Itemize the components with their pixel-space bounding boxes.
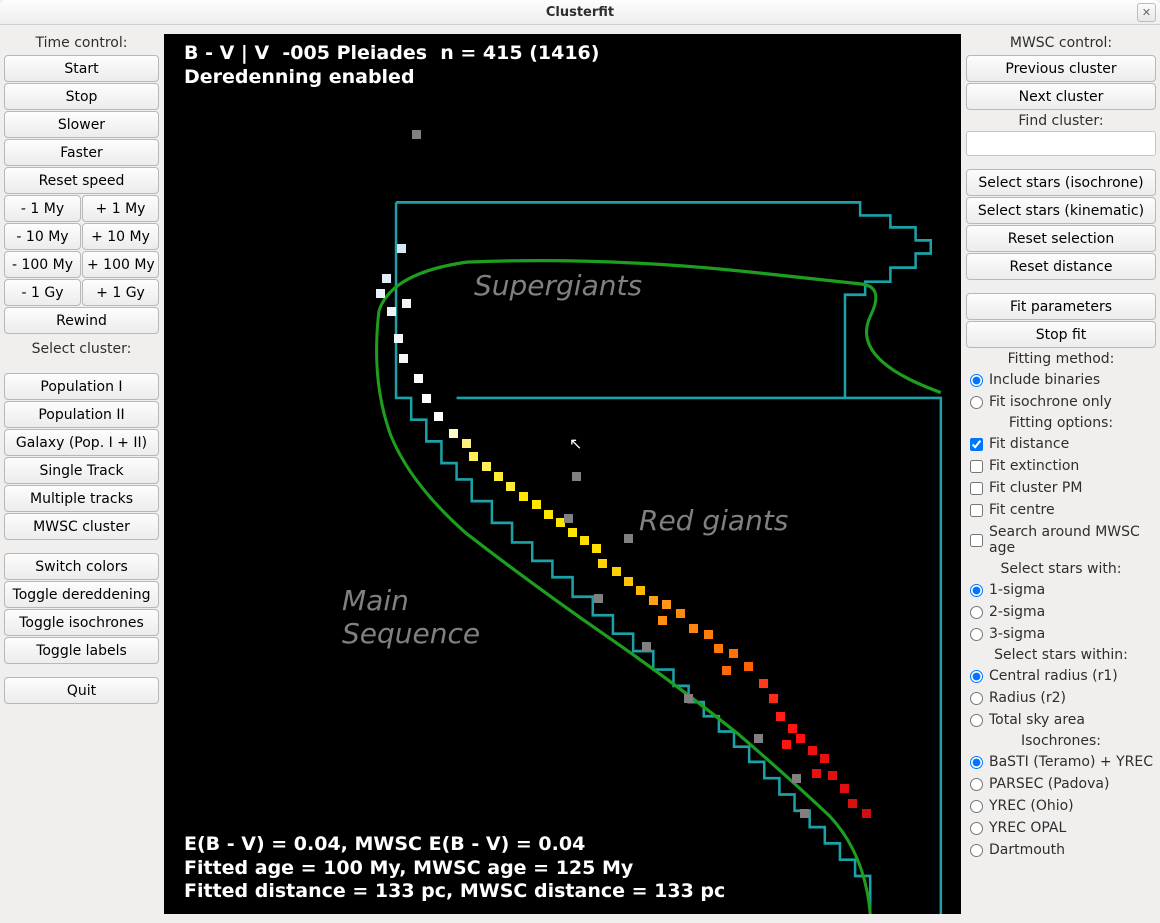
plus-1my-button[interactable]: + 1 My [82, 195, 159, 222]
faster-button[interactable]: Faster [4, 139, 159, 166]
check-search-mwsc-age[interactable]: Search around MWSC age [966, 521, 1156, 559]
radio-include-binaries[interactable]: Include binaries [966, 369, 1156, 391]
reset-speed-button[interactable]: Reset speed [4, 167, 159, 194]
minus-10my-button[interactable]: - 10 My [4, 223, 81, 250]
selection-band-outline [396, 202, 941, 914]
fitting-options-label: Fitting options: [966, 413, 1156, 433]
toggle-isochrones-button[interactable]: Toggle isochrones [4, 609, 159, 636]
galaxy-button[interactable]: Galaxy (Pop. I + II) [4, 429, 159, 456]
select-cluster-label: Select cluster: [4, 335, 159, 361]
check-fit-centre[interactable]: Fit centre [966, 499, 1156, 521]
close-icon[interactable]: ✕ [1137, 3, 1156, 22]
radio-yrec-opal[interactable]: YREC OPAL [966, 817, 1156, 839]
select-stars-within-label: Select stars within: [966, 645, 1156, 665]
hr-diagram-plot[interactable]: B - V | V -005 Pleiades n = 415 (1416) D… [164, 34, 961, 914]
find-cluster-label: Find cluster: [966, 111, 1156, 131]
left-panel: Time control: Start Stop Slower Faster R… [4, 29, 159, 919]
window-title: Clusterfit [546, 5, 614, 20]
isochrones-label: Isochrones: [966, 731, 1156, 751]
check-fit-distance[interactable]: Fit distance [966, 433, 1156, 455]
radio-central-radius[interactable]: Central radius (r1) [966, 665, 1156, 687]
plot-svg [164, 34, 961, 914]
minus-100my-button[interactable]: - 100 My [4, 251, 81, 278]
population-2-button[interactable]: Population II [4, 401, 159, 428]
plus-10my-button[interactable]: + 10 My [82, 223, 159, 250]
previous-cluster-button[interactable]: Previous cluster [966, 55, 1156, 82]
minus-1my-button[interactable]: - 1 My [4, 195, 81, 222]
select-stars-with-label: Select stars with: [966, 559, 1156, 579]
fit-parameters-button[interactable]: Fit parameters [966, 293, 1156, 320]
plus-1gy-button[interactable]: + 1 Gy [82, 279, 159, 306]
rewind-button[interactable]: Rewind [4, 307, 159, 334]
reset-distance-button[interactable]: Reset distance [966, 253, 1156, 280]
toggle-labels-button[interactable]: Toggle labels [4, 637, 159, 664]
switch-colors-button[interactable]: Switch colors [4, 553, 159, 580]
select-stars-kinematic-button[interactable]: Select stars (kinematic) [966, 197, 1156, 224]
check-fit-extinction[interactable]: Fit extinction [966, 455, 1156, 477]
stop-fit-button[interactable]: Stop fit [966, 321, 1156, 348]
fitting-method-label: Fitting method: [966, 349, 1156, 369]
slower-button[interactable]: Slower [4, 111, 159, 138]
label-supergiants: Supergiants [474, 269, 642, 302]
radio-3-sigma[interactable]: 3-sigma [966, 623, 1156, 645]
mwsc-control-label: MWSC control: [966, 29, 1156, 55]
population-1-button[interactable]: Population I [4, 373, 159, 400]
plot-footer: E(B - V) = 0.04, MWSC E(B - V) = 0.04 Fi… [184, 833, 725, 904]
center-panel: B - V | V -005 Pleiades n = 415 (1416) D… [159, 29, 966, 919]
radio-radius-r2[interactable]: Radius (r2) [966, 687, 1156, 709]
radio-fit-isochrone-only[interactable]: Fit isochrone only [966, 391, 1156, 413]
plot-header: B - V | V -005 Pleiades n = 415 (1416) D… [184, 42, 599, 90]
reset-selection-button[interactable]: Reset selection [966, 225, 1156, 252]
time-control-label: Time control: [4, 29, 159, 55]
quit-button[interactable]: Quit [4, 677, 159, 704]
app-window: Clusterfit ✕ Time control: Start Stop Sl… [0, 0, 1160, 923]
radio-2-sigma[interactable]: 2-sigma [966, 601, 1156, 623]
titlebar[interactable]: Clusterfit ✕ [0, 0, 1160, 25]
radio-dartmouth[interactable]: Dartmouth [966, 839, 1156, 861]
stop-button[interactable]: Stop [4, 83, 159, 110]
find-cluster-input[interactable] [966, 131, 1156, 156]
radio-total-sky-area[interactable]: Total sky area [966, 709, 1156, 731]
client-area: Time control: Start Stop Slower Faster R… [0, 25, 1160, 923]
minus-1gy-button[interactable]: - 1 Gy [4, 279, 81, 306]
mwsc-cluster-button[interactable]: MWSC cluster [4, 513, 159, 540]
next-cluster-button[interactable]: Next cluster [966, 83, 1156, 110]
radio-parsec[interactable]: PARSEC (Padova) [966, 773, 1156, 795]
radio-basti[interactable]: BaSTI (Teramo) + YREC [966, 751, 1156, 773]
right-panel: MWSC control: Previous cluster Next clus… [966, 29, 1156, 919]
radio-yrec-ohio[interactable]: YREC (Ohio) [966, 795, 1156, 817]
label-red-giants: Red giants [639, 504, 788, 537]
select-stars-isochrone-button[interactable]: Select stars (isochrone) [966, 169, 1156, 196]
label-main-sequence: Main Sequence [342, 584, 480, 650]
radio-1-sigma[interactable]: 1-sigma [966, 579, 1156, 601]
multiple-tracks-button[interactable]: Multiple tracks [4, 485, 159, 512]
single-track-button[interactable]: Single Track [4, 457, 159, 484]
plus-100my-button[interactable]: + 100 My [82, 251, 159, 278]
check-fit-cluster-pm[interactable]: Fit cluster PM [966, 477, 1156, 499]
toggle-dereddening-button[interactable]: Toggle dereddening [4, 581, 159, 608]
start-button[interactable]: Start [4, 55, 159, 82]
